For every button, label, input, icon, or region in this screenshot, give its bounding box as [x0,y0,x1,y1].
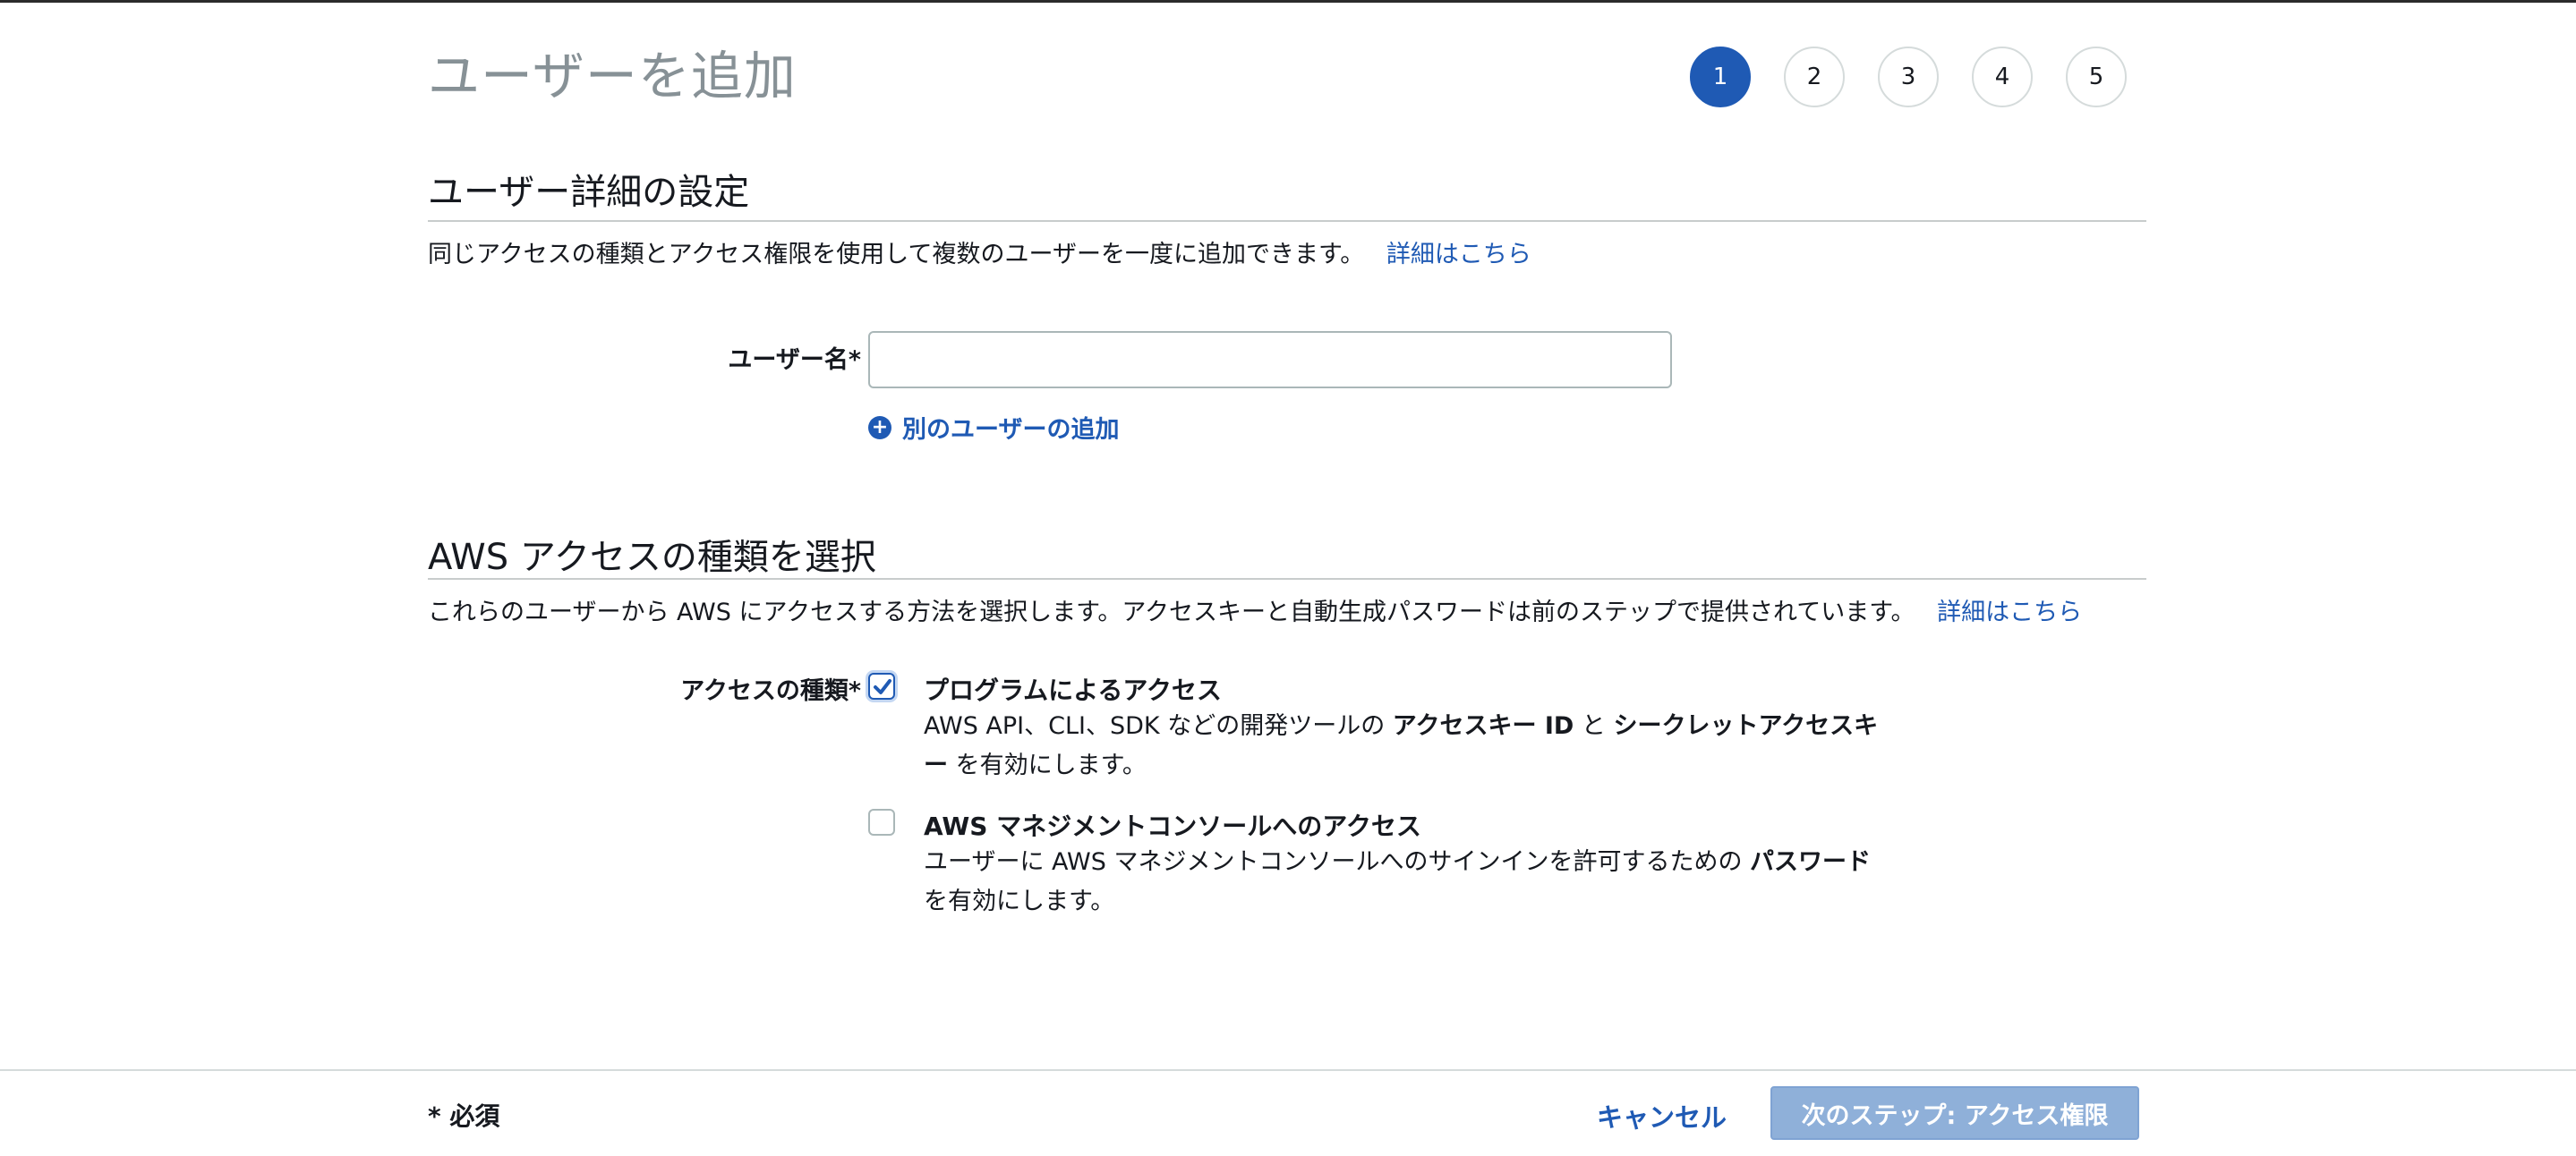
access-type-label: アクセスの種類* [680,677,861,705]
username-input[interactable] [868,331,1672,388]
access-type-title: AWS アクセスの種類を選択 [428,537,876,578]
footer-divider [0,1069,2576,1071]
add-another-user-label: 別のユーザーの追加 [902,416,1120,444]
learn-more-link[interactable]: 詳細はこちら [1937,599,2082,626]
step-3[interactable]: 3 [1878,47,1939,107]
checkmark-icon [874,679,891,694]
page-title: ユーザーを追加 [428,46,797,106]
desc-text: と [1574,712,1614,740]
user-details-description-text: 同じアクセスの種類とアクセス権限を使用して複数のユーザーを一度に追加できます。 [428,241,1365,268]
console-access-checkbox[interactable] [868,809,895,836]
console-access-description: ユーザーに AWS マネジメントコンソールへのサインインを許可するための パスワ… [924,843,1899,922]
programmatic-access-checkbox[interactable] [868,673,895,700]
section-divider [428,578,2146,580]
add-user-page: ユーザーを追加 1 2 3 4 5 ユーザー詳細の設定 同じアクセスの種類とアク… [428,0,2146,1156]
access-type-description-text: これらのユーザーから AWS にアクセスする方法を選択します。アクセスキーと自動… [428,599,1915,626]
step-4[interactable]: 4 [1972,47,2033,107]
user-details-title: ユーザー詳細の設定 [428,172,750,213]
desc-text: AWS API、CLI、SDK などの開発ツールの [924,712,1393,740]
programmatic-access-description: AWS API、CLI、SDK などの開発ツールの アクセスキー ID と シー… [924,707,1899,786]
access-key-id-text: アクセスキー ID [1392,712,1574,740]
cancel-button[interactable]: キャンセル [1597,1097,1727,1135]
desc-text: ユーザーに AWS マネジメントコンソールへのサインインを許可するための [924,848,1751,876]
section-divider [428,220,2146,222]
programmatic-access-title: プログラムによるアクセス [924,676,1222,705]
learn-more-link[interactable]: 詳細はこちら [1386,241,1531,268]
step-2[interactable]: 2 [1784,47,1845,107]
step-5[interactable]: 5 [2066,47,2127,107]
desc-text: を有効にします。 [948,752,1147,779]
password-text: パスワード [1750,848,1872,876]
desc-text: を有効にします。 [924,888,1115,915]
next-step-button[interactable]: 次のステップ: アクセス権限 [1770,1086,2139,1140]
required-note: * 必須 [428,1101,500,1131]
console-access-title: AWS マネジメントコンソールへのアクセス [924,812,1421,841]
add-another-user-link[interactable]: + 別のユーザーの追加 [868,410,1119,445]
access-type-description: これらのユーザーから AWS にアクセスする方法を選択します。アクセスキーと自動… [428,592,2082,627]
user-details-description: 同じアクセスの種類とアクセス権限を使用して複数のユーザーを一度に追加できます。 … [428,234,1531,269]
plus-circle-icon: + [868,415,891,439]
username-label: ユーザー名* [728,346,861,374]
step-indicator: 1 2 3 4 5 [1690,47,2157,111]
step-1[interactable]: 1 [1690,47,1751,107]
